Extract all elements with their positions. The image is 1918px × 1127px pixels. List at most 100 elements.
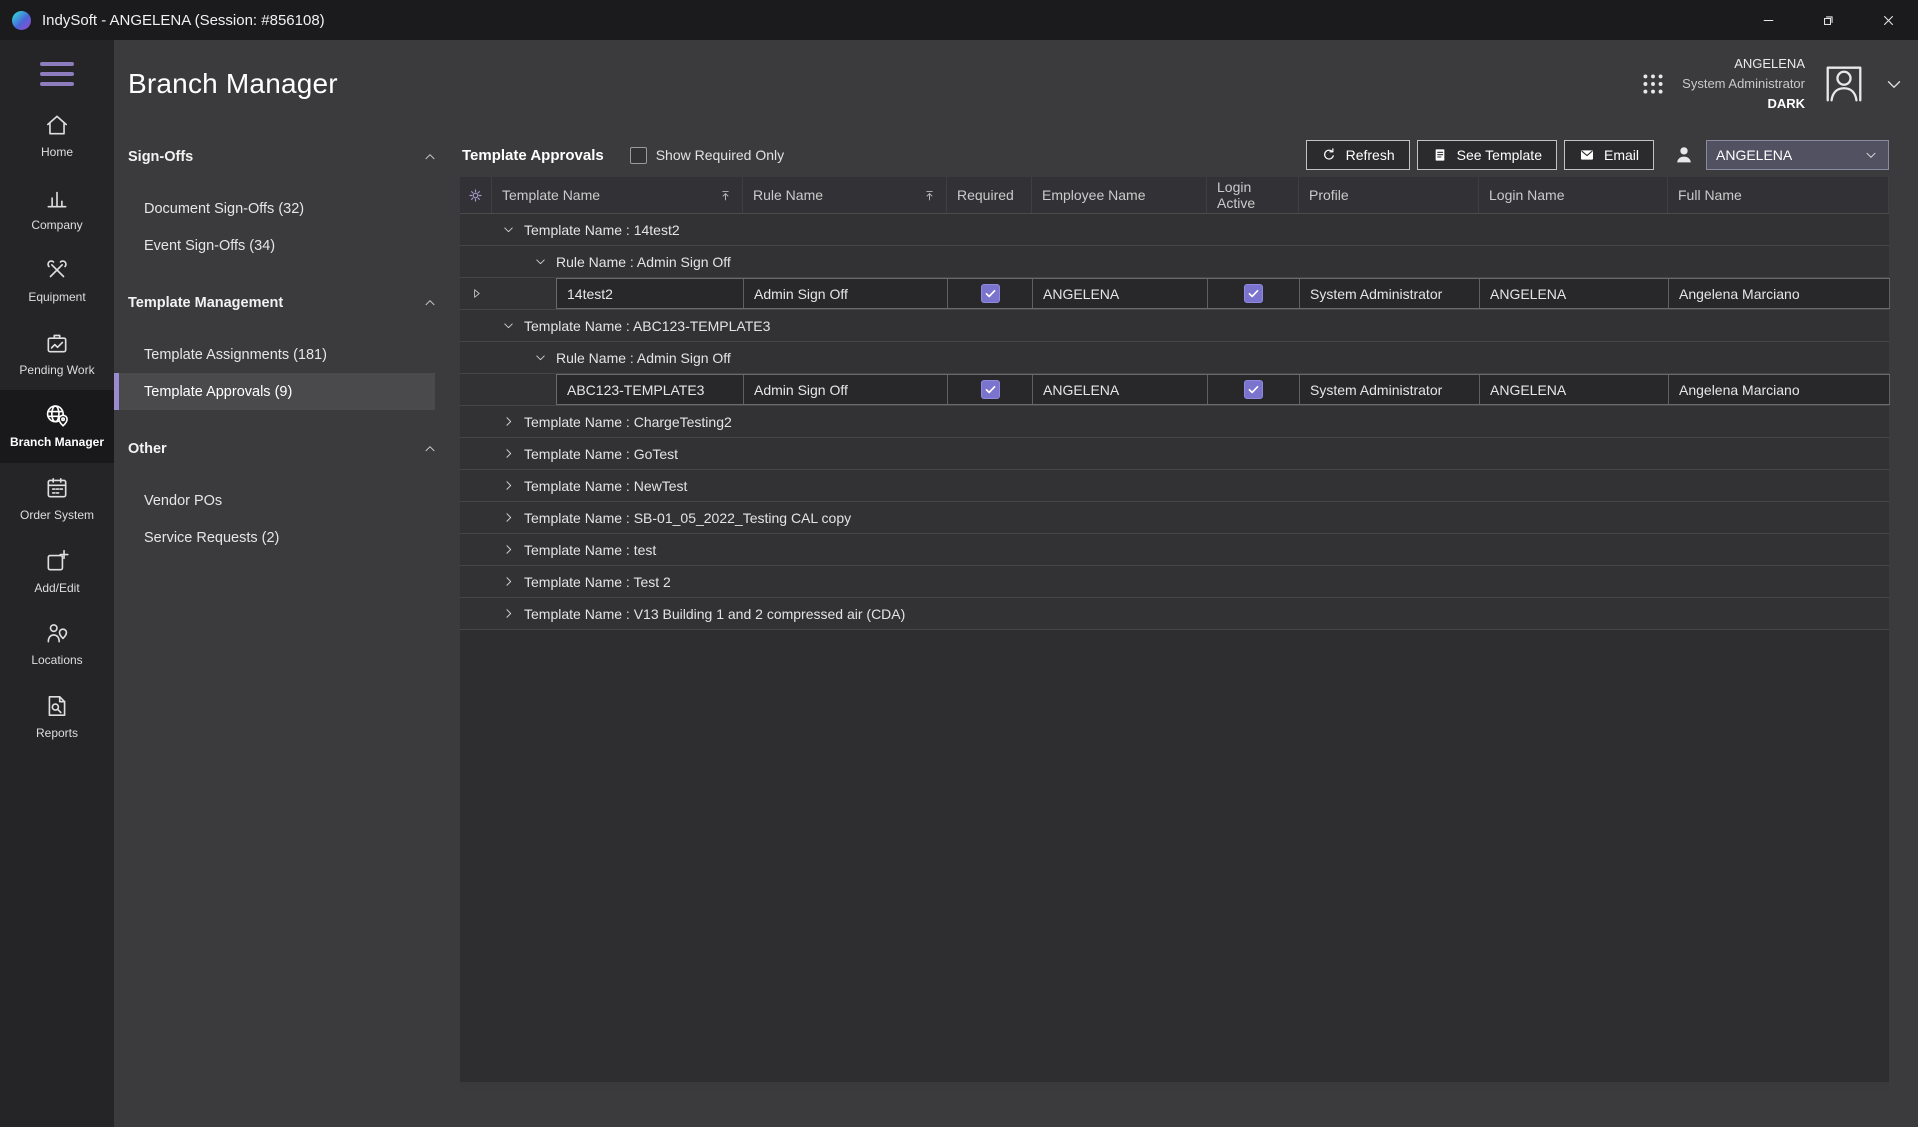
sidebar-item-reports[interactable]: Reports bbox=[0, 681, 114, 754]
close-button[interactable] bbox=[1858, 0, 1918, 40]
group-row[interactable]: Template Name : test bbox=[460, 534, 1889, 566]
chevron-down-icon[interactable] bbox=[524, 342, 556, 373]
see-template-icon bbox=[1432, 147, 1448, 163]
grid-rows: Template Name : 14test2Rule Name : Admin… bbox=[460, 214, 1889, 630]
subnav-item-document-sign-offs-32[interactable]: Document Sign-Offs (32) bbox=[114, 190, 435, 227]
chevron-right-icon[interactable] bbox=[492, 534, 524, 565]
user-menu-chevron-icon[interactable] bbox=[1883, 73, 1905, 95]
company-icon bbox=[44, 185, 70, 211]
subnav-item-label: Event Sign-Offs (34) bbox=[144, 238, 275, 254]
column-header-label: Employee Name bbox=[1042, 187, 1146, 203]
sidebar-item-add-edit[interactable]: Add/Edit bbox=[0, 536, 114, 609]
cell-profile: System Administrator bbox=[1300, 279, 1480, 308]
group-row-label: Template Name : SB-01_05_2022_Testing CA… bbox=[524, 502, 851, 533]
column-header-login-active[interactable]: Login Active bbox=[1207, 177, 1299, 213]
page-header: Branch Manager ANGELENA System Administr… bbox=[114, 40, 1918, 128]
checked-checkbox[interactable] bbox=[1244, 284, 1263, 303]
group-row[interactable]: Template Name : ABC123-TEMPLATE3 bbox=[460, 310, 1889, 342]
refresh-icon bbox=[1321, 147, 1337, 163]
restore-button[interactable] bbox=[1798, 0, 1858, 40]
data-row[interactable]: 14test2Admin Sign OffANGELENASystem Admi… bbox=[460, 278, 1889, 310]
hamburger-menu-button[interactable] bbox=[40, 62, 74, 86]
chevron-right-icon[interactable] bbox=[492, 502, 524, 533]
sidebar-item-pending-work[interactable]: Pending Work bbox=[0, 318, 114, 391]
chevron-right-icon[interactable] bbox=[492, 566, 524, 597]
subnav-item-service-requests-2[interactable]: Service Requests (2) bbox=[114, 519, 435, 556]
column-header-full-name[interactable]: Full Name bbox=[1668, 177, 1889, 213]
group-row[interactable]: Rule Name : Admin Sign Off bbox=[460, 246, 1889, 278]
email-button[interactable]: Email bbox=[1564, 140, 1654, 170]
chevron-down-icon[interactable] bbox=[492, 214, 524, 245]
content-area: Template Approvals Show Required Only Re… bbox=[460, 128, 1918, 1127]
group-row[interactable]: Template Name : GoTest bbox=[460, 438, 1889, 470]
chevron-right-icon[interactable] bbox=[492, 406, 524, 437]
refresh-button[interactable]: Refresh bbox=[1306, 140, 1410, 170]
cell-profile: System Administrator bbox=[1300, 375, 1480, 404]
column-header-rule-name[interactable]: Rule Name bbox=[743, 177, 947, 213]
subnav-item-vendor-pos[interactable]: Vendor POs bbox=[114, 482, 435, 519]
group-row[interactable]: Template Name : NewTest bbox=[460, 470, 1889, 502]
apps-grid-icon[interactable] bbox=[1640, 71, 1666, 97]
column-header-login-name[interactable]: Login Name bbox=[1479, 177, 1668, 213]
chevron-right-icon[interactable] bbox=[492, 470, 524, 501]
horizontal-scrollbar[interactable] bbox=[460, 1082, 1889, 1092]
checkbox-icon bbox=[630, 147, 647, 164]
group-row-label: Template Name : Test 2 bbox=[524, 566, 671, 597]
group-row[interactable]: Template Name : ChargeTesting2 bbox=[460, 406, 1889, 438]
row-gutter bbox=[460, 342, 492, 373]
subnav-item-label: Template Approvals (9) bbox=[144, 384, 292, 400]
user-filter-dropdown[interactable]: ANGELENA bbox=[1706, 140, 1889, 170]
chevron-down-icon[interactable] bbox=[492, 310, 524, 341]
person-icon bbox=[1673, 144, 1695, 166]
equipment-icon bbox=[44, 257, 70, 283]
sidebar-item-home[interactable]: Home bbox=[0, 100, 114, 173]
group-row[interactable]: Template Name : SB-01_05_2022_Testing CA… bbox=[460, 502, 1889, 534]
checked-checkbox[interactable] bbox=[1244, 380, 1263, 399]
sidebar-item-branch-manager[interactable]: Branch Manager bbox=[0, 390, 114, 463]
cell-full-name: Angelena Marciano bbox=[1669, 279, 1890, 308]
show-required-only-checkbox[interactable]: Show Required Only bbox=[630, 147, 784, 164]
minimize-button[interactable] bbox=[1738, 0, 1798, 40]
chevron-down-icon[interactable] bbox=[524, 246, 556, 277]
sidebar-item-label: Add/Edit bbox=[34, 581, 79, 597]
chevron-right-icon[interactable] bbox=[492, 598, 524, 629]
column-header-required[interactable]: Required bbox=[947, 177, 1032, 213]
cell-text: System Administrator bbox=[1310, 286, 1442, 302]
subnav-item-template-assignments-181[interactable]: Template Assignments (181) bbox=[114, 336, 435, 373]
column-header-label: Rule Name bbox=[753, 187, 823, 203]
subnav-item-event-sign-offs-34[interactable]: Event Sign-Offs (34) bbox=[114, 227, 435, 264]
column-header-employee-name[interactable]: Employee Name bbox=[1032, 177, 1207, 213]
grid-customize-button[interactable] bbox=[460, 177, 492, 213]
sidebar-item-company[interactable]: Company bbox=[0, 173, 114, 246]
data-row[interactable]: ABC123-TEMPLATE3Admin Sign OffANGELENASy… bbox=[460, 374, 1889, 406]
sidebar-item-order-system[interactable]: Order System bbox=[0, 463, 114, 536]
group-row[interactable]: Template Name : 14test2 bbox=[460, 214, 1889, 246]
avatar[interactable] bbox=[1821, 61, 1867, 107]
subnav-section-template-management: Template Management Template Assignments … bbox=[114, 288, 460, 410]
cell-text: ANGELENA bbox=[1043, 382, 1119, 398]
subnav-item-template-approvals-9[interactable]: Template Approvals (9) bbox=[114, 373, 435, 410]
subnav-section-header[interactable]: Other bbox=[114, 434, 460, 464]
see-template-button[interactable]: See Template bbox=[1417, 140, 1557, 170]
sidebar-item-locations[interactable]: Locations bbox=[0, 608, 114, 681]
checked-checkbox[interactable] bbox=[981, 380, 1000, 399]
left-nav: Home Company EquipmentPending WorkBranch M… bbox=[0, 100, 114, 753]
group-row[interactable]: Template Name : V13 Building 1 and 2 com… bbox=[460, 598, 1889, 630]
group-row-label: Template Name : ABC123-TEMPLATE3 bbox=[524, 310, 770, 341]
subnav-item-label: Document Sign-Offs (32) bbox=[144, 201, 304, 217]
group-row[interactable]: Rule Name : Admin Sign Off bbox=[460, 342, 1889, 374]
user-block: ANGELENA System Administrator DARK bbox=[1640, 54, 1905, 114]
column-header-profile[interactable]: Profile bbox=[1299, 177, 1479, 213]
sidebar-item-label: Company bbox=[31, 218, 82, 234]
sidebar-item-equipment[interactable]: Equipment bbox=[0, 245, 114, 318]
home-icon bbox=[44, 112, 70, 138]
titlebar: IndySoft - ANGELENA (Session: #856108) bbox=[0, 0, 1918, 40]
column-header-template-name[interactable]: Template Name bbox=[492, 177, 743, 213]
subnav-section-header[interactable]: Template Management bbox=[114, 288, 460, 318]
checked-checkbox[interactable] bbox=[981, 284, 1000, 303]
row-gutter bbox=[460, 406, 492, 437]
group-row[interactable]: Template Name : Test 2 bbox=[460, 566, 1889, 598]
chevron-right-icon[interactable] bbox=[492, 438, 524, 469]
row-gutter bbox=[460, 438, 492, 469]
subnav-section-header[interactable]: Sign-Offs bbox=[114, 142, 460, 172]
